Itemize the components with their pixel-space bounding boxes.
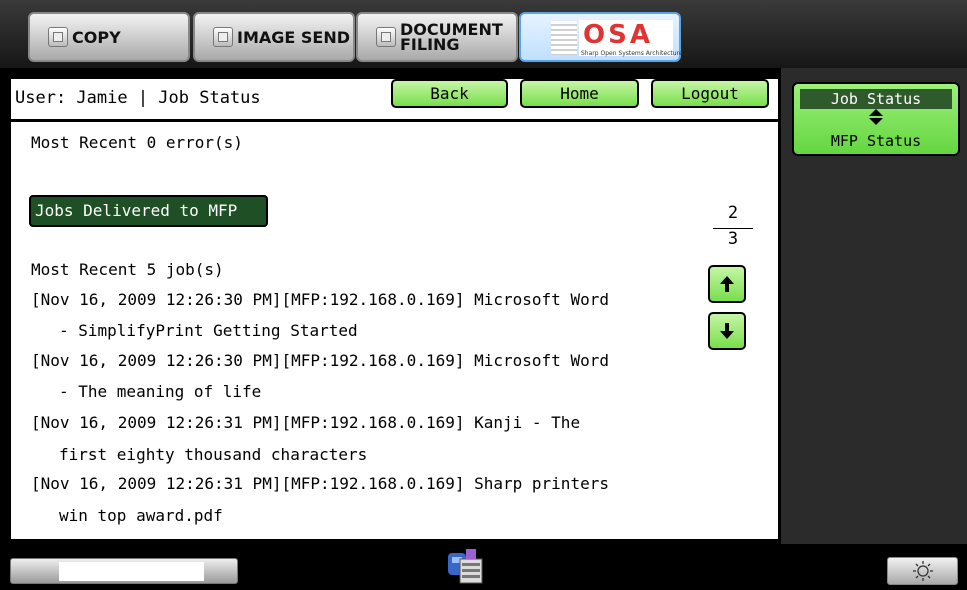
brightness-button[interactable] [887, 557, 958, 585]
page-down-button[interactable] [708, 312, 746, 350]
job-line-cont: win top award.pdf [59, 506, 223, 525]
osa-stripes [551, 21, 577, 55]
job-line: [Nov 16, 2009 12:26:30 PM][MFP:192.168.0… [31, 290, 609, 309]
osa-tab[interactable]: OSA Sharp Open Systems Architecture [519, 12, 683, 62]
copy-tab[interactable]: COPY [28, 12, 190, 62]
status-toggle-button[interactable]: Job Status MFP Status [792, 82, 960, 156]
status-indicator-field [59, 562, 204, 581]
home-button[interactable]: Home [520, 79, 639, 108]
jobs-delivered-button[interactable]: Jobs Delivered to MFP [29, 195, 268, 227]
jobs-summary: Most Recent 5 job(s) [31, 260, 224, 279]
job-line: [Nov 16, 2009 12:26:31 PM][MFP:192.168.0… [31, 474, 609, 493]
document-filing-icon [376, 27, 396, 47]
page-up-button[interactable] [708, 265, 746, 303]
errors-summary: Most Recent 0 error(s) [31, 133, 243, 152]
job-status-label: Job Status [800, 89, 952, 109]
top-bar: COPY IMAGE SEND DOCUMENT FILING OSA Sharp… [0, 0, 967, 68]
copy-tab-label: COPY [72, 27, 121, 47]
osa-logo-subtext: Sharp Open Systems Architecture [581, 50, 683, 57]
job-status-panel: User: Jamie | Job Status Back Home Logou… [8, 76, 781, 542]
copy-icon [48, 27, 68, 47]
job-line: [Nov 16, 2009 12:26:31 PM][MFP:192.168.0… [31, 413, 581, 432]
image-send-icon [213, 27, 233, 47]
device-icon[interactable] [446, 549, 486, 585]
image-send-tab-label: IMAGE SEND [237, 27, 351, 47]
document-filing-tab[interactable]: DOCUMENT FILING [356, 12, 518, 62]
up-down-triangle-icon [794, 108, 958, 130]
page-current: 2 [727, 203, 739, 223]
job-line-cont: - SimplifyPrint Getting Started [59, 321, 358, 340]
arrow-down-icon [720, 323, 734, 339]
document-filing-tab-label: DOCUMENT FILING [400, 20, 503, 54]
arrow-up-icon [720, 276, 734, 292]
job-line: [Nov 16, 2009 12:26:30 PM][MFP:192.168.0… [31, 351, 609, 370]
user-status-title: User: Jamie | Job Status [15, 88, 261, 108]
mfp-status-label: MFP Status [830, 132, 922, 150]
page-total: 3 [727, 229, 739, 249]
osa-logo: OSA [583, 20, 653, 50]
logout-button[interactable]: Logout [651, 79, 769, 108]
image-send-tab[interactable]: IMAGE SEND [193, 12, 355, 62]
sun-icon [912, 561, 933, 581]
job-line-cont: - The meaning of life [59, 382, 262, 401]
back-button[interactable]: Back [391, 79, 508, 108]
panel-header: User: Jamie | Job Status Back Home Logou… [11, 79, 778, 122]
status-indicator [10, 558, 238, 584]
job-line-cont: first eighty thousand characters [59, 445, 368, 464]
